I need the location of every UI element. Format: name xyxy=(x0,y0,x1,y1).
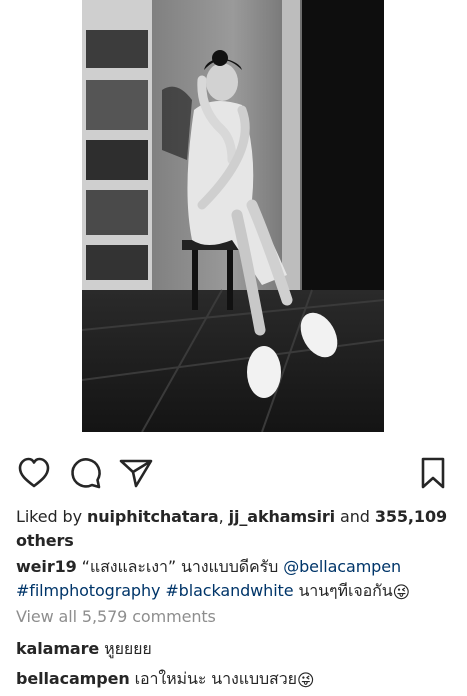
likes-prefix: Liked by xyxy=(16,507,87,526)
likes-and: and xyxy=(335,507,375,526)
heart-icon[interactable] xyxy=(16,455,52,491)
bookmark-icon[interactable] xyxy=(415,455,451,491)
comment-text: หูยยยย xyxy=(99,639,152,658)
view-all-comments-link[interactable]: View all 5,579 comments xyxy=(16,605,455,629)
comment-item: bellacampen เอาใหม่นะ นางแบบสวย😜 xyxy=(16,667,455,691)
likes-others[interactable]: others xyxy=(16,531,74,550)
comment-text: เอาใหม่นะ นางแบบสวย xyxy=(129,669,297,688)
caption-mention[interactable]: @bellacampen xyxy=(283,557,401,576)
caption-text: “แสงและเงา” นางแบบดีครับ xyxy=(76,557,284,576)
likes-count[interactable]: 355,109 xyxy=(375,507,447,526)
caption-hashtag[interactable]: #blackandwhite xyxy=(165,581,293,600)
winking-tongue-emoji: 😜 xyxy=(296,671,315,691)
comment-username[interactable]: kalamare xyxy=(16,639,99,658)
black-and-white-photo xyxy=(82,0,384,432)
instagram-post: Liked by nuiphitchatara, jj_akhamsiri an… xyxy=(0,0,467,696)
likes-summary[interactable]: Liked by nuiphitchatara, jj_akhamsiri an… xyxy=(16,505,455,553)
action-bar xyxy=(16,455,451,495)
post-caption: weir19 “แสงและเงา” นางแบบดีครับ @bellaca… xyxy=(16,555,455,603)
caption-hashtag[interactable]: #filmphotography xyxy=(16,581,160,600)
comment-icon[interactable] xyxy=(68,455,104,491)
caption-username[interactable]: weir19 xyxy=(16,557,77,576)
caption-text-2: นานๆทีเจอกัน xyxy=(293,581,393,600)
liked-by-user[interactable]: jj_akhamsiri xyxy=(229,507,336,526)
comment-username[interactable]: bellacampen xyxy=(16,669,130,688)
winking-tongue-emoji: 😜 xyxy=(392,583,411,603)
comment-item: kalamare หูยยยย xyxy=(16,637,455,661)
paper-plane-icon[interactable] xyxy=(118,455,154,491)
post-photo[interactable] xyxy=(82,0,384,432)
likes-separator: , xyxy=(218,507,229,526)
liked-by-user[interactable]: nuiphitchatara xyxy=(87,507,219,526)
